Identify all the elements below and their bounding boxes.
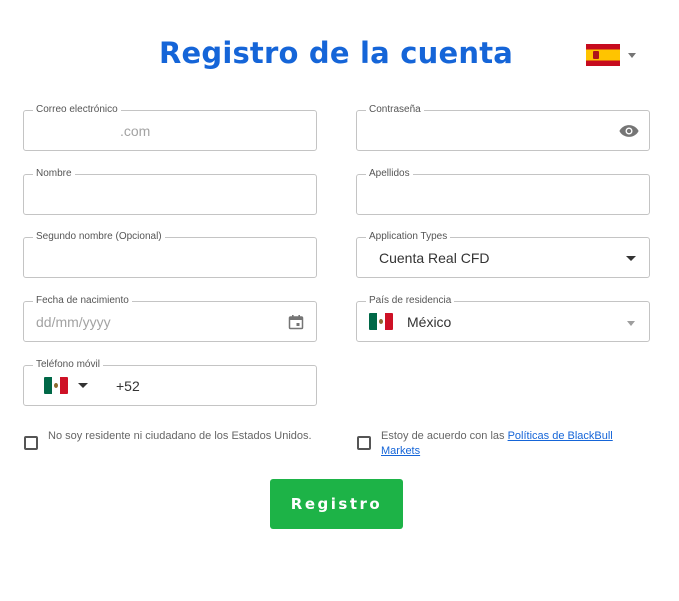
password-label: Contraseña — [366, 104, 424, 116]
application-type-select[interactable]: Application Types Cuenta Real CFD — [356, 231, 650, 278]
spain-flag-icon — [586, 44, 620, 66]
country-value: México — [407, 313, 452, 330]
phone-prefix: +52 — [116, 377, 140, 394]
chevron-down-icon — [626, 256, 636, 261]
not-us-resident-text: No soy residente ni ciudadano de los Est… — [48, 430, 312, 442]
not-us-resident-checkbox[interactable] — [24, 436, 38, 450]
mexico-flag-icon — [369, 313, 393, 330]
password-input[interactable] — [369, 122, 637, 139]
country-select[interactable]: País de residencia México — [356, 295, 650, 342]
middle-name-input[interactable] — [36, 249, 304, 266]
not-us-resident-row: No soy residente ni ciudadano de los Est… — [24, 429, 314, 450]
chevron-down-icon — [627, 321, 635, 326]
middle-name-label: Segundo nombre (Opcional) — [33, 231, 165, 243]
last-name-label: Apellidos — [366, 168, 413, 180]
chevron-down-icon — [628, 52, 636, 58]
first-name-label: Nombre — [33, 168, 75, 180]
policies-text-wrapper: Estoy de acuerdo con las Políticas de Bl… — [381, 429, 647, 459]
country-label: País de residencia — [366, 295, 455, 307]
eye-icon[interactable] — [619, 124, 639, 138]
policies-checkbox[interactable] — [357, 436, 371, 450]
mexico-flag-icon — [44, 377, 68, 394]
birth-date-placeholder: dd/mm/yyyy — [36, 313, 111, 330]
last-name-field[interactable]: Apellidos — [356, 168, 650, 215]
email-label: Correo electrónico — [33, 104, 121, 116]
email-value: .com — [120, 122, 151, 139]
birth-date-field[interactable]: Fecha de nacimiento dd/mm/yyyy — [23, 295, 317, 342]
birth-date-label: Fecha de nacimiento — [33, 295, 132, 307]
policies-row: Estoy de acuerdo con las Políticas de Bl… — [357, 429, 647, 459]
language-selector[interactable] — [586, 44, 636, 66]
register-button[interactable]: Registro — [270, 479, 403, 529]
phone-label: Teléfono móvil — [33, 359, 103, 371]
password-field[interactable]: Contraseña — [356, 104, 650, 151]
phone-country-selector[interactable] — [44, 377, 88, 394]
email-field[interactable]: Correo electrónico .com — [23, 104, 317, 151]
middle-name-field[interactable]: Segundo nombre (Opcional) — [23, 231, 317, 278]
phone-field[interactable]: Teléfono móvil +52 — [23, 359, 317, 406]
calendar-icon[interactable] — [288, 314, 304, 330]
first-name-input[interactable] — [36, 186, 304, 203]
policies-text: Estoy de acuerdo con las — [381, 430, 508, 442]
last-name-input[interactable] — [369, 186, 637, 203]
application-type-label: Application Types — [366, 231, 451, 243]
application-type-value: Cuenta Real CFD — [379, 249, 490, 266]
page-title: Registro de la cuenta — [158, 36, 514, 70]
first-name-field[interactable]: Nombre — [23, 168, 317, 215]
chevron-down-icon — [78, 383, 88, 388]
